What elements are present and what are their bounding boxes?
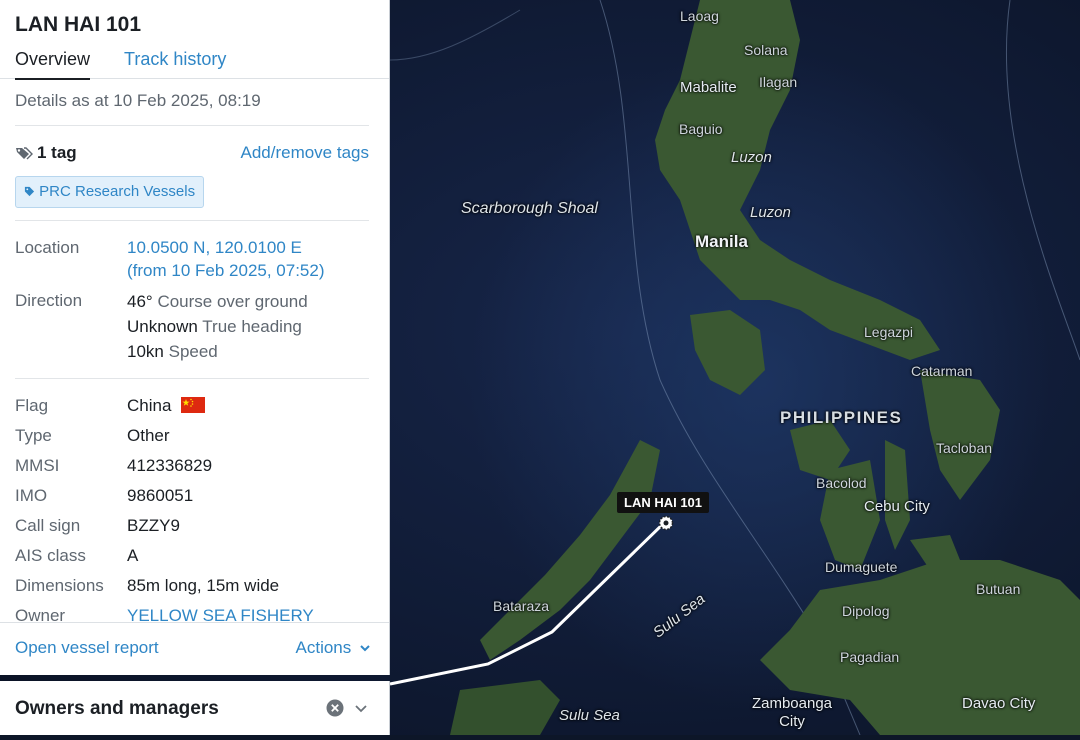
- field-value-call-sign: BZZY9: [127, 516, 180, 535]
- map-label-bataraza: Bataraza: [493, 598, 550, 614]
- flag-country: China: [127, 396, 172, 415]
- tags-icon: [16, 147, 33, 160]
- chevron-down-icon: [360, 645, 370, 652]
- field-label-dimensions: Dimensions: [15, 576, 104, 595]
- tag-chip-prc-research-vessels[interactable]: PRC Research Vessels: [15, 176, 205, 208]
- field-value-dimensions: 85m long, 15m wide: [127, 576, 280, 595]
- field-value-mmsi: 412336829: [127, 456, 213, 475]
- field-value-ais-class: A: [127, 546, 139, 565]
- heading-value: Unknown: [127, 317, 198, 336]
- map-label-luzon-1: Luzon: [731, 149, 772, 166]
- location-label: Location: [15, 238, 80, 257]
- speed-label: Speed: [168, 342, 218, 361]
- vessel-marker-icon[interactable]: [658, 515, 674, 531]
- map-label-tacloban: Tacloban: [936, 440, 993, 456]
- map-label-solana: Solana: [744, 42, 788, 58]
- field-label-imo: IMO: [15, 486, 48, 505]
- map-label-cebu-city: Cebu City: [864, 498, 930, 515]
- course-value: 46°: [127, 292, 153, 311]
- actions-label: Actions: [295, 638, 352, 657]
- location-coords-link[interactable]: 10.0500 N, 120.0100 E: [127, 238, 302, 258]
- map-label-mabalite: Mabalite: [680, 79, 737, 96]
- speed: 10kn Speed: [127, 342, 218, 362]
- course-label: Course over ground: [157, 292, 308, 311]
- field-value-imo: 9860051: [127, 486, 194, 505]
- china-flag-icon: [181, 397, 206, 413]
- tab-overview[interactable]: Overview: [15, 49, 91, 80]
- field-label-type: Type: [15, 426, 52, 445]
- vessel-name-title: LAN HAI 101: [15, 13, 142, 36]
- divider: [15, 220, 369, 221]
- actions-dropdown[interactable]: Actions: [296, 638, 371, 658]
- true-heading: Unknown True heading: [127, 317, 302, 337]
- field-value-flag: China: [127, 396, 206, 416]
- field-label-ais-class: AIS class: [15, 546, 86, 565]
- chevron-down-icon[interactable]: [353, 700, 369, 716]
- tag-chip-label: PRC Research Vessels: [39, 183, 196, 200]
- owners-managers-title: Owners and managers: [15, 698, 219, 719]
- map-label-sulu-sea: Sulu Sea: [559, 707, 620, 724]
- direction-label: Direction: [15, 291, 83, 310]
- map-label-dipolog: Dipolog: [842, 603, 890, 619]
- map-label-legazpi: Legazpi: [864, 324, 914, 340]
- map-label-catarman: Catarman: [911, 363, 973, 379]
- heading-label: True heading: [202, 317, 302, 336]
- map-label-manila: Manila: [695, 232, 748, 251]
- map-label-baguio: Baguio: [679, 121, 723, 137]
- course-over-ground: 46° Course over ground: [127, 292, 308, 312]
- open-vessel-report-link[interactable]: Open vessel report: [15, 638, 159, 658]
- map-label-butuan: Butuan: [976, 581, 1021, 597]
- map-label-davao-city: Davao City: [962, 695, 1036, 712]
- map-label-scarborough-shoal: Scarborough Shoal: [461, 200, 598, 217]
- vessel-map-tag[interactable]: LAN HAI 101: [617, 492, 710, 513]
- location-since-link[interactable]: (from 10 Feb 2025, 07:52): [127, 261, 325, 281]
- field-label-call-sign: Call sign: [15, 516, 81, 535]
- map-label-laoag: Laoag: [680, 8, 719, 24]
- field-label-flag: Flag: [15, 396, 49, 415]
- map-label-zamboanga-city: Zamboanga City: [751, 695, 833, 730]
- panel-footer: Open vessel report Actions: [0, 622, 389, 675]
- tag-count: 1 tag: [15, 143, 77, 163]
- add-remove-tags-link[interactable]: Add/remove tags: [240, 143, 369, 163]
- map-label-dumaguete: Dumaguete: [825, 559, 898, 575]
- speed-value: 10kn: [127, 342, 164, 361]
- map-label-philippines: PHILIPPINES: [780, 408, 903, 427]
- owners-managers-bar[interactable]: Owners and managers: [0, 681, 390, 735]
- map-label-pagadian: Pagadian: [840, 649, 900, 665]
- panel-tabs: Overview Track history: [0, 46, 389, 80]
- map-label-ilagan: Ilagan: [759, 74, 798, 90]
- details-timestamp: Details as at 10 Feb 2025, 08:19: [15, 91, 261, 110]
- close-icon[interactable]: [326, 699, 344, 717]
- tag-icon: [24, 186, 35, 197]
- tag-count-label: 1 tag: [37, 143, 77, 162]
- map-label-luzon-2: Luzon: [750, 204, 791, 221]
- divider: [15, 125, 369, 126]
- vessel-details-panel: LAN HAI 101 Overview Track history Detai…: [0, 0, 390, 675]
- map-label-bacolod: Bacolod: [816, 475, 867, 491]
- field-label-mmsi: MMSI: [15, 456, 60, 475]
- tab-track-history[interactable]: Track history: [124, 49, 226, 70]
- field-value-type: Other: [127, 426, 170, 445]
- divider: [15, 378, 369, 379]
